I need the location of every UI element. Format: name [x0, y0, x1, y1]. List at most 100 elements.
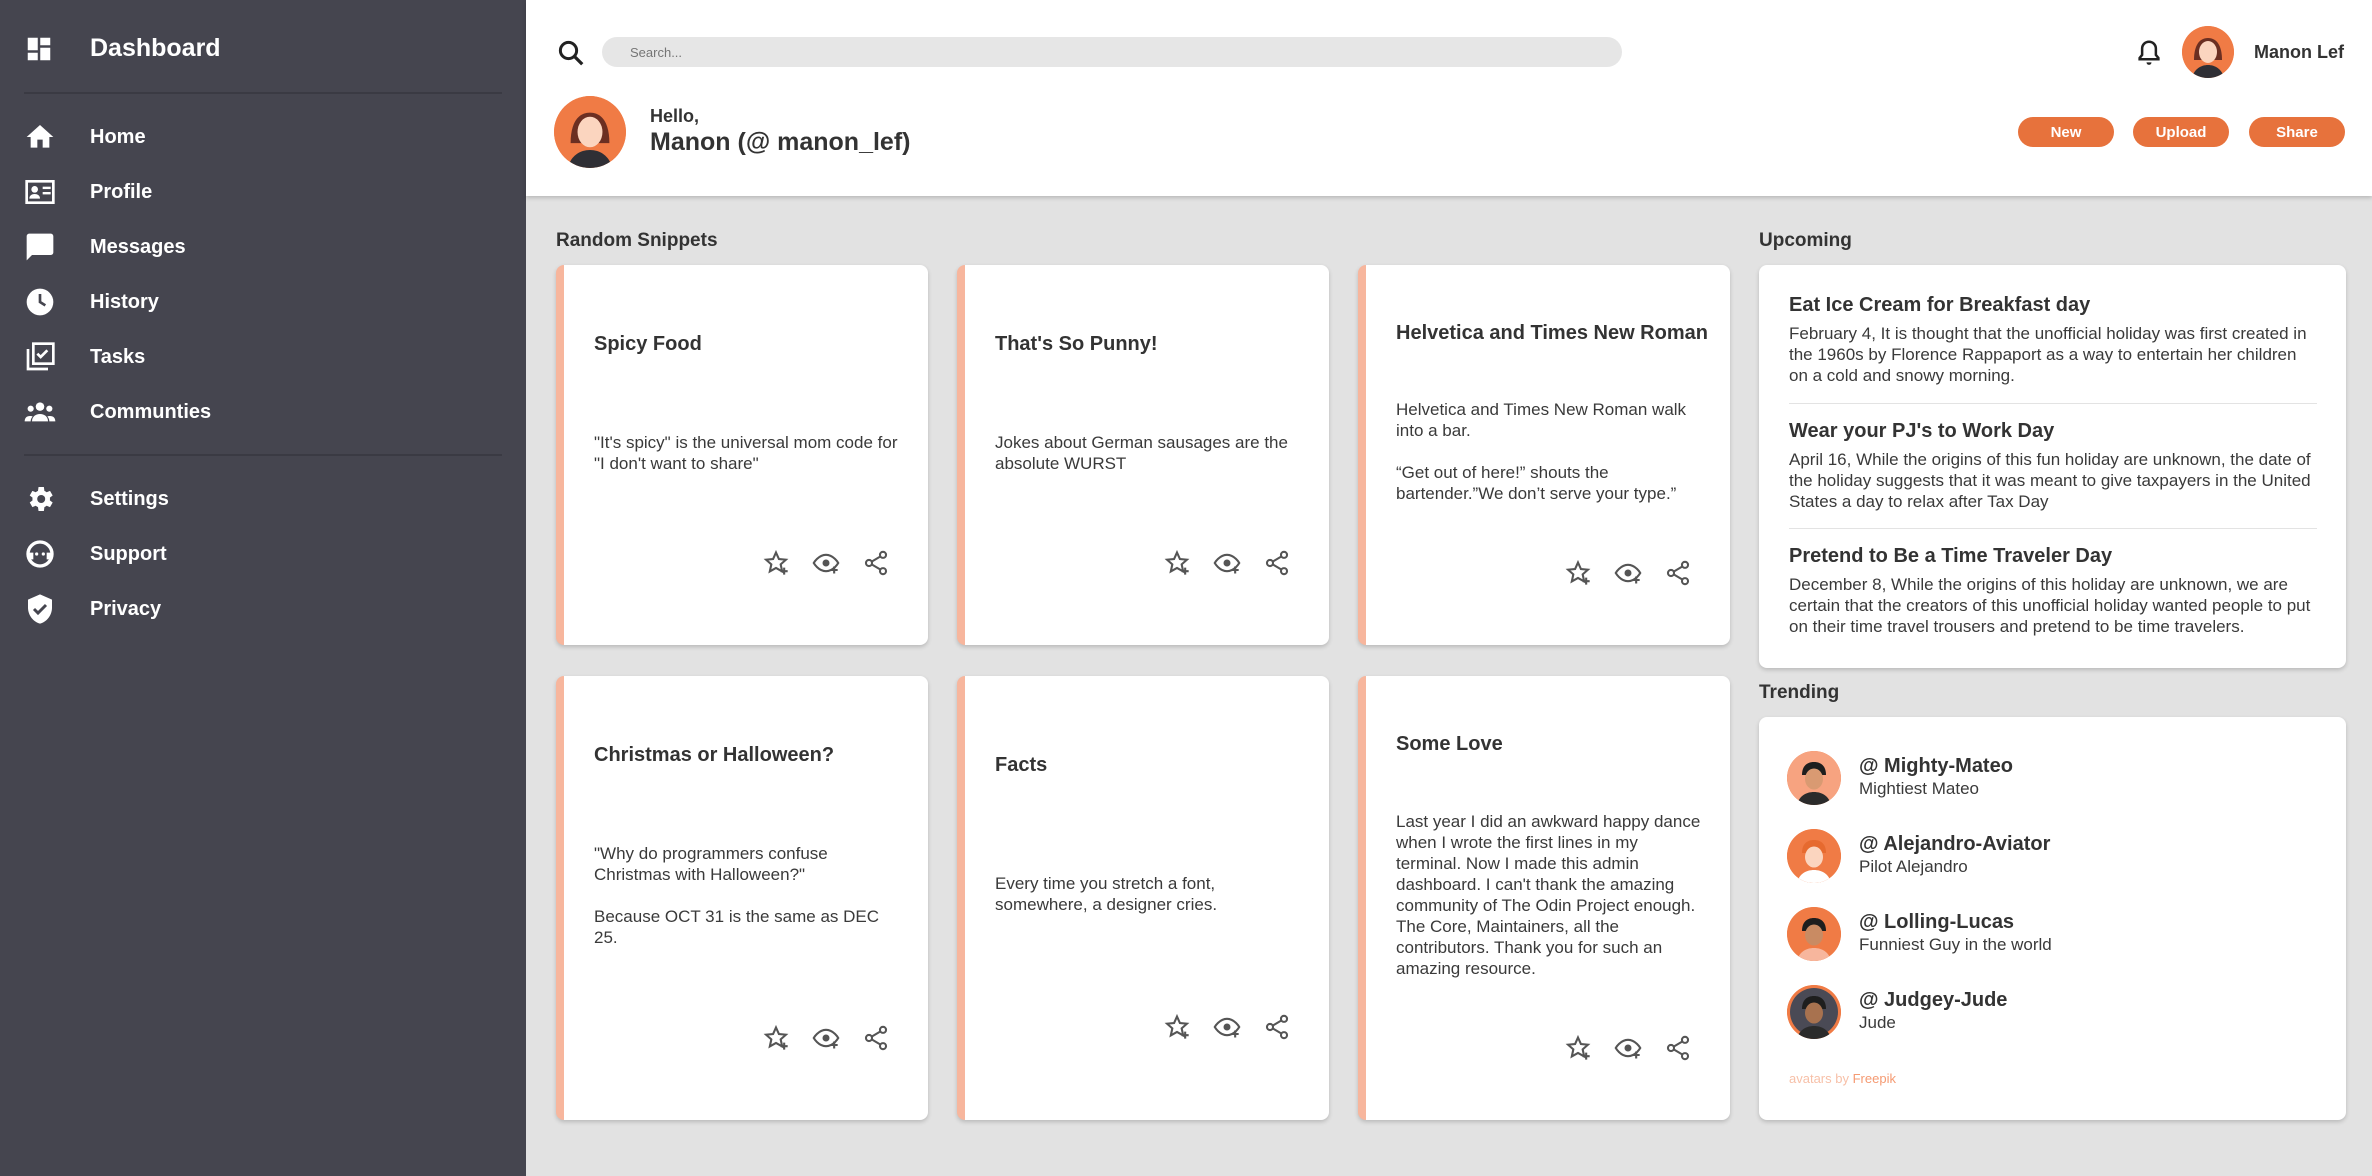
snippet-card: Christmas or Halloween? "Why do programm…: [556, 676, 928, 1120]
favorite-icon[interactable]: [762, 1024, 790, 1052]
greeting: Hello,: [650, 106, 700, 126]
sidebar-item-messages[interactable]: Messages: [24, 227, 502, 267]
sidebar-item-privacy[interactable]: Privacy: [24, 589, 502, 629]
sidebar-title: Dashboard: [90, 34, 221, 62]
sidebar-item-label: Support: [90, 542, 167, 565]
card-text: "It's spicy" is the universal mom code f…: [594, 433, 898, 473]
sidebar-item-history[interactable]: History: [24, 282, 502, 322]
upcoming-item[interactable]: Wear your PJ's to Work Day April 16, Whi…: [1789, 420, 2317, 512]
share-icon[interactable]: [1664, 559, 1692, 587]
sidebar-item-label: Settings: [90, 487, 169, 510]
card-actions: [762, 549, 890, 577]
user-name: Manon Lef: [2254, 42, 2344, 62]
watch-icon[interactable]: [812, 549, 840, 577]
share-icon[interactable]: [1263, 1013, 1291, 1041]
card-title: Helvetica and Times New Roman: [1396, 322, 1708, 344]
upcoming-item-desc: February 4, It is thought that the unoff…: [1789, 324, 2307, 385]
sidebar-item-label: Privacy: [90, 597, 162, 620]
support-icon: [24, 538, 56, 570]
favorite-icon[interactable]: [1163, 1013, 1191, 1041]
trending-item[interactable]: @ Mighty-Mateo Mightiest Mateo: [1787, 751, 2307, 807]
sidebar-divider: [24, 454, 502, 456]
card-text: Jokes about German sausages are the abso…: [995, 433, 1288, 473]
snippet-card: Helvetica and Times New Roman Helvetica …: [1358, 265, 1730, 645]
sidebar: Dashboard Home Profile Messages History …: [0, 0, 526, 1176]
divider: [1789, 528, 2317, 529]
upcoming-item[interactable]: Pretend to Be a Time Traveler Day Decemb…: [1789, 545, 2317, 637]
avatar: [1787, 985, 1841, 1039]
trending-name: @ Lolling-Lucas: [1859, 911, 2015, 933]
upcoming-title: Upcoming: [1759, 230, 1852, 251]
trending-title: Trending: [1759, 682, 1840, 703]
upload-button[interactable]: Upload: [2133, 117, 2229, 147]
snippet-card: Spicy Food "It's spicy" is the universal…: [556, 265, 928, 645]
profile-avatar: [554, 96, 626, 168]
people-icon: [24, 396, 56, 428]
gear-icon: [24, 483, 56, 515]
sidebar-item-label: Communties: [90, 400, 212, 423]
avatar[interactable]: [2182, 26, 2234, 78]
sidebar-item-home[interactable]: Home: [24, 117, 502, 157]
watch-icon[interactable]: [1213, 549, 1241, 577]
avatar: [1787, 751, 1841, 805]
trending-item[interactable]: @ Alejandro-Aviator Pilot Alejandro: [1787, 829, 2307, 885]
share-button[interactable]: Share: [2249, 117, 2345, 147]
watch-icon[interactable]: [1614, 559, 1642, 587]
sidebar-item-profile[interactable]: Profile: [24, 172, 502, 212]
share-icon[interactable]: [862, 1024, 890, 1052]
share-icon[interactable]: [1664, 1034, 1692, 1062]
card-title: Facts: [995, 754, 1048, 776]
card-text: "Why do programmers confuse Christmas wi…: [594, 844, 828, 884]
favorite-icon[interactable]: [1163, 549, 1191, 577]
card-title: Some Love: [1396, 733, 1503, 755]
card-body: "It's spicy" is the universal mom code f…: [594, 432, 904, 474]
sidebar-item-label: Tasks: [90, 345, 146, 368]
sidebar-item-tasks[interactable]: Tasks: [24, 337, 502, 377]
trending-item[interactable]: @ Lolling-Lucas Funniest Guy in the worl…: [1787, 907, 2307, 963]
bell-icon[interactable]: [2134, 38, 2164, 68]
header: Manon Lef Hello, Manon (@ manon_lef) New…: [526, 0, 2372, 196]
freepik-link[interactable]: Freepik: [1853, 1071, 1896, 1086]
watch-icon[interactable]: [1614, 1034, 1642, 1062]
favorite-icon[interactable]: [1564, 1034, 1592, 1062]
sidebar-item-label: Home: [90, 125, 146, 148]
upcoming-item-title: Wear your PJ's to Work Day: [1789, 420, 2055, 442]
upcoming-item-desc: December 8, While the origins of this ho…: [1789, 575, 2311, 636]
favorite-icon[interactable]: [1564, 559, 1592, 587]
snippet-card: Facts Every time you stretch a font, som…: [957, 676, 1329, 1120]
trending-subtitle: Jude: [1859, 1013, 1896, 1032]
share-icon[interactable]: [1263, 549, 1291, 577]
card-body: "Why do programmers confuse Christmas wi…: [594, 843, 904, 948]
watch-icon[interactable]: [812, 1024, 840, 1052]
profile-card-icon: [24, 176, 56, 208]
dashboard-icon: [24, 34, 54, 64]
card-actions: [1163, 549, 1291, 577]
watch-icon[interactable]: [1213, 1013, 1241, 1041]
sidebar-item-communities[interactable]: Communties: [24, 392, 502, 432]
home-icon: [24, 121, 56, 153]
upcoming-item-title: Eat Ice Cream for Breakfast day: [1789, 294, 2091, 316]
upcoming-item-desc: April 16, While the origins of this fun …: [1789, 450, 2311, 511]
shield-icon: [24, 593, 56, 625]
new-button[interactable]: New: [2018, 117, 2114, 147]
upcoming-item[interactable]: Eat Ice Cream for Breakfast day February…: [1789, 294, 2317, 386]
card-actions: [1564, 559, 1692, 587]
trending-item[interactable]: @ Judgey-Jude Jude: [1787, 985, 2307, 1041]
search-input[interactable]: [602, 37, 1622, 67]
search-icon[interactable]: [556, 38, 586, 68]
avatar-credit: avatars by Freepik: [1789, 1071, 1896, 1086]
trending-subtitle: Pilot Alejandro: [1859, 857, 1968, 876]
sidebar-item-settings[interactable]: Settings: [24, 479, 502, 519]
share-icon[interactable]: [862, 549, 890, 577]
sidebar-header[interactable]: Dashboard: [24, 32, 221, 66]
trending-name: @ Judgey-Jude: [1859, 989, 2008, 1011]
card-title: Spicy Food: [594, 333, 702, 355]
snippet-card: That's So Punny! Jokes about German saus…: [957, 265, 1329, 645]
upcoming-item-title: Pretend to Be a Time Traveler Day: [1789, 545, 2113, 567]
divider: [1789, 403, 2317, 404]
card-text: Helvetica and Times New Roman walk into …: [1396, 400, 1687, 440]
favorite-icon[interactable]: [762, 549, 790, 577]
sidebar-item-label: History: [90, 290, 159, 313]
tasks-icon: [24, 341, 56, 373]
sidebar-item-support[interactable]: Support: [24, 534, 502, 574]
